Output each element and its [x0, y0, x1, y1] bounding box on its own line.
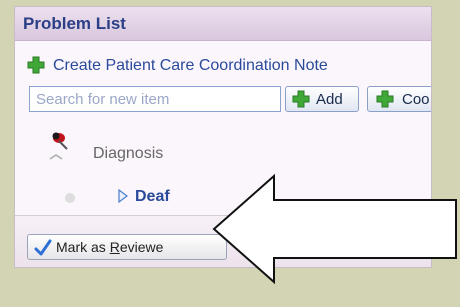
expand-triangle-icon[interactable] [117, 189, 129, 203]
plus-icon [376, 90, 394, 108]
check-icon [34, 239, 52, 256]
problem-item-row[interactable]: Deaf [15, 183, 431, 211]
diagnosis-group-row[interactable]: Diagnosis [15, 127, 431, 179]
add-button-label: Add [316, 91, 343, 108]
create-note-link[interactable]: Create Patient Care Coordination Note [15, 53, 431, 81]
plus-icon [27, 56, 45, 74]
review-toolbar: Mark as Reviewe [15, 215, 431, 267]
search-input[interactable] [29, 86, 281, 112]
status-icon [65, 193, 75, 203]
mark-as-reviewed-button[interactable]: Mark as Reviewe [27, 234, 227, 260]
add-button[interactable]: Add [285, 86, 359, 112]
panel-title: Problem List [23, 14, 126, 33]
problem-list-panel: Problem List Create Patient Care Coordin… [14, 6, 432, 268]
plus-icon [292, 90, 310, 108]
code-button-label: Coo [402, 91, 430, 108]
mark-as-reviewed-label: Mark as Reviewe [56, 239, 164, 255]
pin-icon [49, 132, 68, 160]
code-button[interactable]: Coo [367, 86, 431, 112]
panel-header: Problem List [15, 7, 431, 41]
problem-item-label: Deaf [135, 188, 170, 205]
diagnosis-group-label: Diagnosis [93, 145, 164, 162]
create-note-label: Create Patient Care Coordination Note [53, 57, 328, 74]
